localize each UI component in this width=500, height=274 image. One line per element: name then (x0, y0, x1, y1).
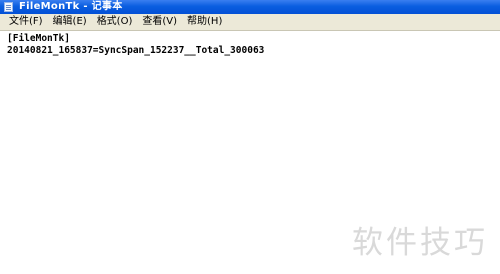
notepad-icon (4, 2, 13, 12)
menu-format[interactable]: 格式(O) (92, 14, 138, 30)
menu-view[interactable]: 查看(V) (137, 14, 182, 30)
window-title: FileMonTk - 记事本 (19, 1, 123, 12)
notepad-window: FileMonTk - 记事本 文件(F) 编辑(E) 格式(O) 查看(V) … (0, 0, 500, 274)
watermark-text: 软件技巧 (352, 225, 488, 261)
menu-help[interactable]: 帮助(H) (182, 14, 227, 30)
menu-file[interactable]: 文件(F) (0, 14, 48, 30)
menu-edit[interactable]: 编辑(E) (48, 14, 92, 30)
editor-line: [FileMonTk] (7, 33, 70, 44)
editor-line: 20140821_165837=SyncSpan_152237__Total_3… (7, 45, 265, 56)
menu-bar: 文件(F) 编辑(E) 格式(O) 查看(V) 帮助(H) (0, 14, 500, 31)
title-bar[interactable]: FileMonTk - 记事本 (0, 0, 500, 14)
